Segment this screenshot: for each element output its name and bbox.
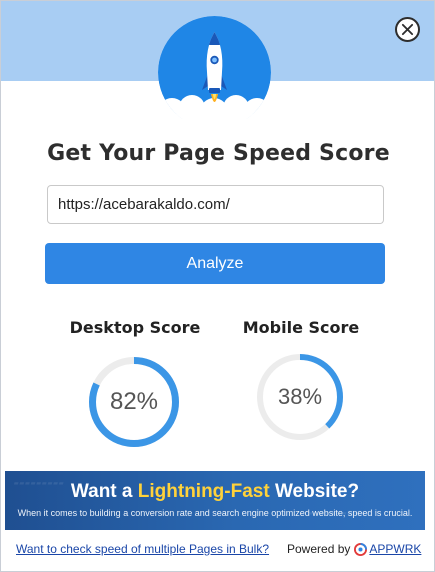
rocket-icon <box>158 16 271 119</box>
desktop-score-label: Desktop Score <box>69 318 201 337</box>
banner-title-highlight: Lightning-Fast <box>137 481 270 502</box>
banner-subtitle: When it comes to building a conversion r… <box>17 508 413 518</box>
analyze-button[interactable]: Analyze <box>45 243 385 284</box>
page-title: Get Your Page Speed Score <box>47 141 390 166</box>
powered-by-label: Powered by <box>287 542 351 556</box>
desktop-score-gauge: 82% <box>88 356 180 448</box>
mobile-score-gauge: 38% <box>256 353 344 441</box>
banner-title: Want a Lightning-Fast Website? <box>5 481 425 503</box>
banner-title-suffix: Website? <box>269 481 360 502</box>
appwrk-logo-icon <box>354 542 368 556</box>
promo-banner[interactable]: ┄┄┄ ┄┄┄ Want a Lightning-Fast Website? W… <box>5 471 425 530</box>
appwrk-link[interactable]: APPWRK <box>369 542 421 556</box>
close-icon <box>401 23 414 36</box>
popup-panel: Get Your Page Speed Score Analyze Deskto… <box>0 0 435 572</box>
desktop-score-value: 82% <box>109 388 159 415</box>
rocket-logo <box>158 16 271 119</box>
mobile-score-label: Mobile Score <box>242 318 360 337</box>
banner-title-prefix: Want a <box>70 481 138 502</box>
url-input[interactable] <box>47 185 384 224</box>
bulk-check-link[interactable]: Want to check speed of multiple Pages in… <box>16 542 269 556</box>
powered-by: Powered by APPWRK <box>287 542 421 556</box>
close-button[interactable] <box>395 17 420 42</box>
mobile-score-value: 38% <box>277 384 323 409</box>
